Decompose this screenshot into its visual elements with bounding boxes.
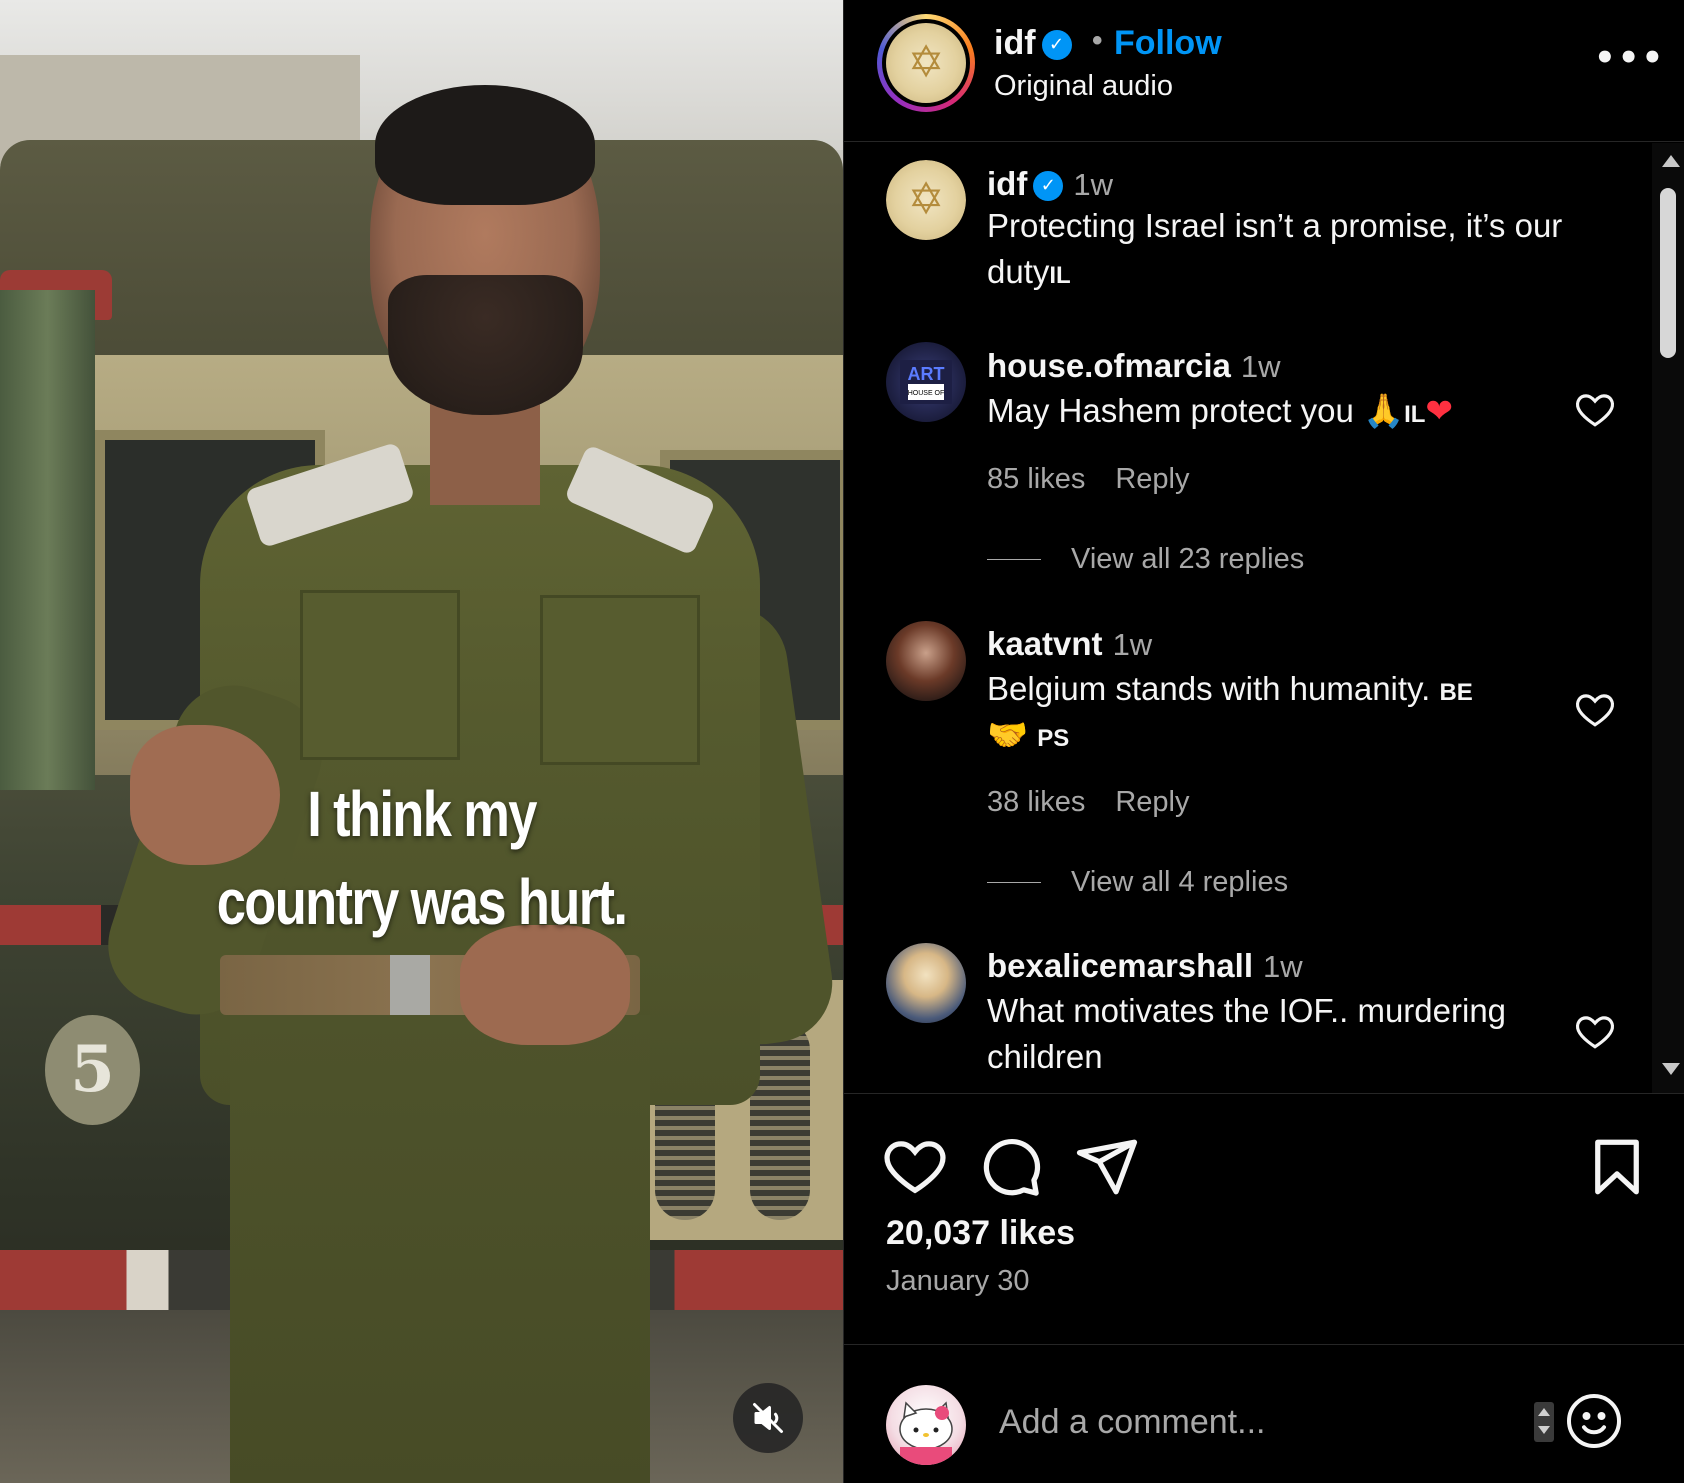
idf-logo-icon: ✡ — [886, 160, 966, 240]
comment-text: Belgium stands with humanity. BE 🤝 PS — [987, 666, 1547, 758]
comment-bubble-icon[interactable] — [977, 1134, 1043, 1200]
comments-list[interactable]: ✡ idf ✓ 1w Protecting Israel isn’t a promi… — [844, 143, 1654, 1093]
comment-author: house.ofmarcia 1w — [987, 347, 1281, 385]
view-replies-label[interactable]: View all 4 replies — [1071, 866, 1288, 899]
comment-time: 1w — [1263, 949, 1303, 984]
add-comment-input[interactable] — [999, 1397, 1499, 1447]
post-caption-text: Protecting Israel isn’t a promise, it’s … — [987, 207, 1563, 290]
verified-badge-icon: ✓ — [1041, 29, 1072, 60]
svg-text:ART: ART — [908, 364, 945, 384]
scroll-up-arrow-icon[interactable] — [1662, 155, 1680, 167]
header-separator: • — [1092, 24, 1103, 57]
handshake-emoji: 🤝 — [987, 716, 1029, 753]
replies-divider — [987, 559, 1041, 560]
comment-likes[interactable]: 85 likes — [987, 463, 1085, 495]
save-bookmark-icon[interactable] — [1584, 1134, 1650, 1200]
comment-username[interactable]: house.ofmarcia — [987, 347, 1231, 384]
video-caption: I think my country was hurt. — [76, 770, 767, 946]
red-heart-emoji: ❤ — [1425, 392, 1454, 429]
comment-time: 1w — [1240, 349, 1281, 384]
profile-avatar[interactable]: ✡ — [877, 14, 975, 112]
replies-divider — [987, 882, 1041, 883]
follow-button[interactable]: Follow — [1114, 24, 1222, 63]
hello-kitty-avatar-icon — [899, 1401, 953, 1465]
like-heart-icon[interactable] — [882, 1134, 948, 1200]
svg-text:HOUSE OF: HOUSE OF — [908, 390, 945, 397]
scroll-thumb[interactable] — [1660, 188, 1676, 358]
praying-hands-emoji: 🙏 — [1363, 392, 1405, 429]
comments-scrollbar[interactable] — [1652, 143, 1684, 1093]
header-username-text[interactable]: idf — [994, 24, 1036, 62]
comment-avatar[interactable]: ART HOUSE OF — [886, 342, 966, 422]
comment-text: May Hashem protect you 🙏IL❤ — [987, 388, 1517, 434]
like-comment-heart-icon[interactable] — [1574, 388, 1616, 430]
comment-author: bexalicemarshall 1w — [987, 947, 1303, 985]
reply-button[interactable]: Reply — [1115, 786, 1189, 818]
comment-body: Belgium stands with humanity. — [987, 670, 1431, 707]
current-user-avatar — [886, 1385, 966, 1465]
art-logo-icon: ART HOUSE OF — [900, 360, 952, 404]
post-header: ✡ idf ✓ • Follow Original audio ••• — [844, 0, 1684, 142]
post-caption: Protecting Israel isn’t a promise, it’s … — [987, 203, 1607, 295]
speaker-muted-icon — [753, 1403, 783, 1433]
comment-avatar[interactable] — [886, 943, 966, 1023]
verified-badge-icon: ✓ — [1033, 170, 1064, 201]
post-time: 1w — [1073, 167, 1113, 202]
comment-body: What motivates the IOF.. murdering child… — [987, 992, 1507, 1075]
post-panel: ✡ idf ✓ • Follow Original audio ••• ✡ idf… — [843, 0, 1684, 1483]
likes-count[interactable]: 20,037 likes — [886, 1214, 1075, 1253]
more-options-icon[interactable]: ••• — [1594, 38, 1665, 78]
like-comment-heart-icon[interactable] — [1574, 1010, 1616, 1052]
flag-il: IL — [1404, 401, 1426, 428]
view-replies-button[interactable]: View all 23 replies — [987, 543, 1304, 576]
comment-text: What motivates the IOF.. murdering child… — [987, 988, 1557, 1080]
post-username[interactable]: idf — [987, 165, 1027, 202]
flag-be: BE — [1439, 679, 1473, 706]
comment-composer — [844, 1344, 1684, 1483]
audio-link[interactable]: Original audio — [994, 70, 1173, 103]
grammar-spinner[interactable] — [1534, 1402, 1554, 1442]
comment-author: kaatvnt 1w — [987, 625, 1152, 663]
comment-meta: 38 likes Reply — [987, 786, 1189, 819]
emoji-picker-icon[interactable] — [1564, 1391, 1624, 1451]
comment-avatar[interactable] — [886, 621, 966, 701]
idf-logo-icon: ✡ — [886, 23, 966, 103]
flag-ps: PS — [1037, 725, 1070, 752]
comment-likes[interactable]: 38 likes — [987, 786, 1085, 818]
post-date: January 30 — [886, 1265, 1030, 1297]
comment-time: 1w — [1112, 627, 1153, 662]
comment-meta: 85 likes Reply — [987, 463, 1189, 496]
like-comment-heart-icon[interactable] — [1574, 688, 1616, 730]
post-author-name: idf ✓ 1w — [987, 165, 1113, 203]
scroll-down-arrow-icon[interactable] — [1662, 1063, 1680, 1075]
video-caption-line: country was hurt. — [216, 866, 628, 938]
video-caption-line: I think my — [307, 778, 537, 850]
post-author-avatar[interactable]: ✡ — [886, 160, 966, 240]
view-replies-button[interactable]: View all 4 replies — [987, 866, 1288, 899]
mute-button[interactable] — [733, 1383, 803, 1453]
comment-username[interactable]: kaatvnt — [987, 625, 1103, 662]
comment-body: May Hashem protect you — [987, 392, 1354, 429]
video-player[interactable]: 5 I think my country was hurt. — [0, 0, 843, 1483]
reply-button[interactable]: Reply — [1115, 463, 1189, 495]
flag-il: IL — [1049, 262, 1071, 289]
view-replies-label[interactable]: View all 23 replies — [1071, 543, 1304, 576]
share-send-icon[interactable] — [1074, 1134, 1140, 1200]
comment-username[interactable]: bexalicemarshall — [987, 947, 1253, 984]
header-username[interactable]: idf ✓ — [994, 24, 1072, 63]
post-actions: 20,037 likes January 30 — [844, 1093, 1684, 1483]
